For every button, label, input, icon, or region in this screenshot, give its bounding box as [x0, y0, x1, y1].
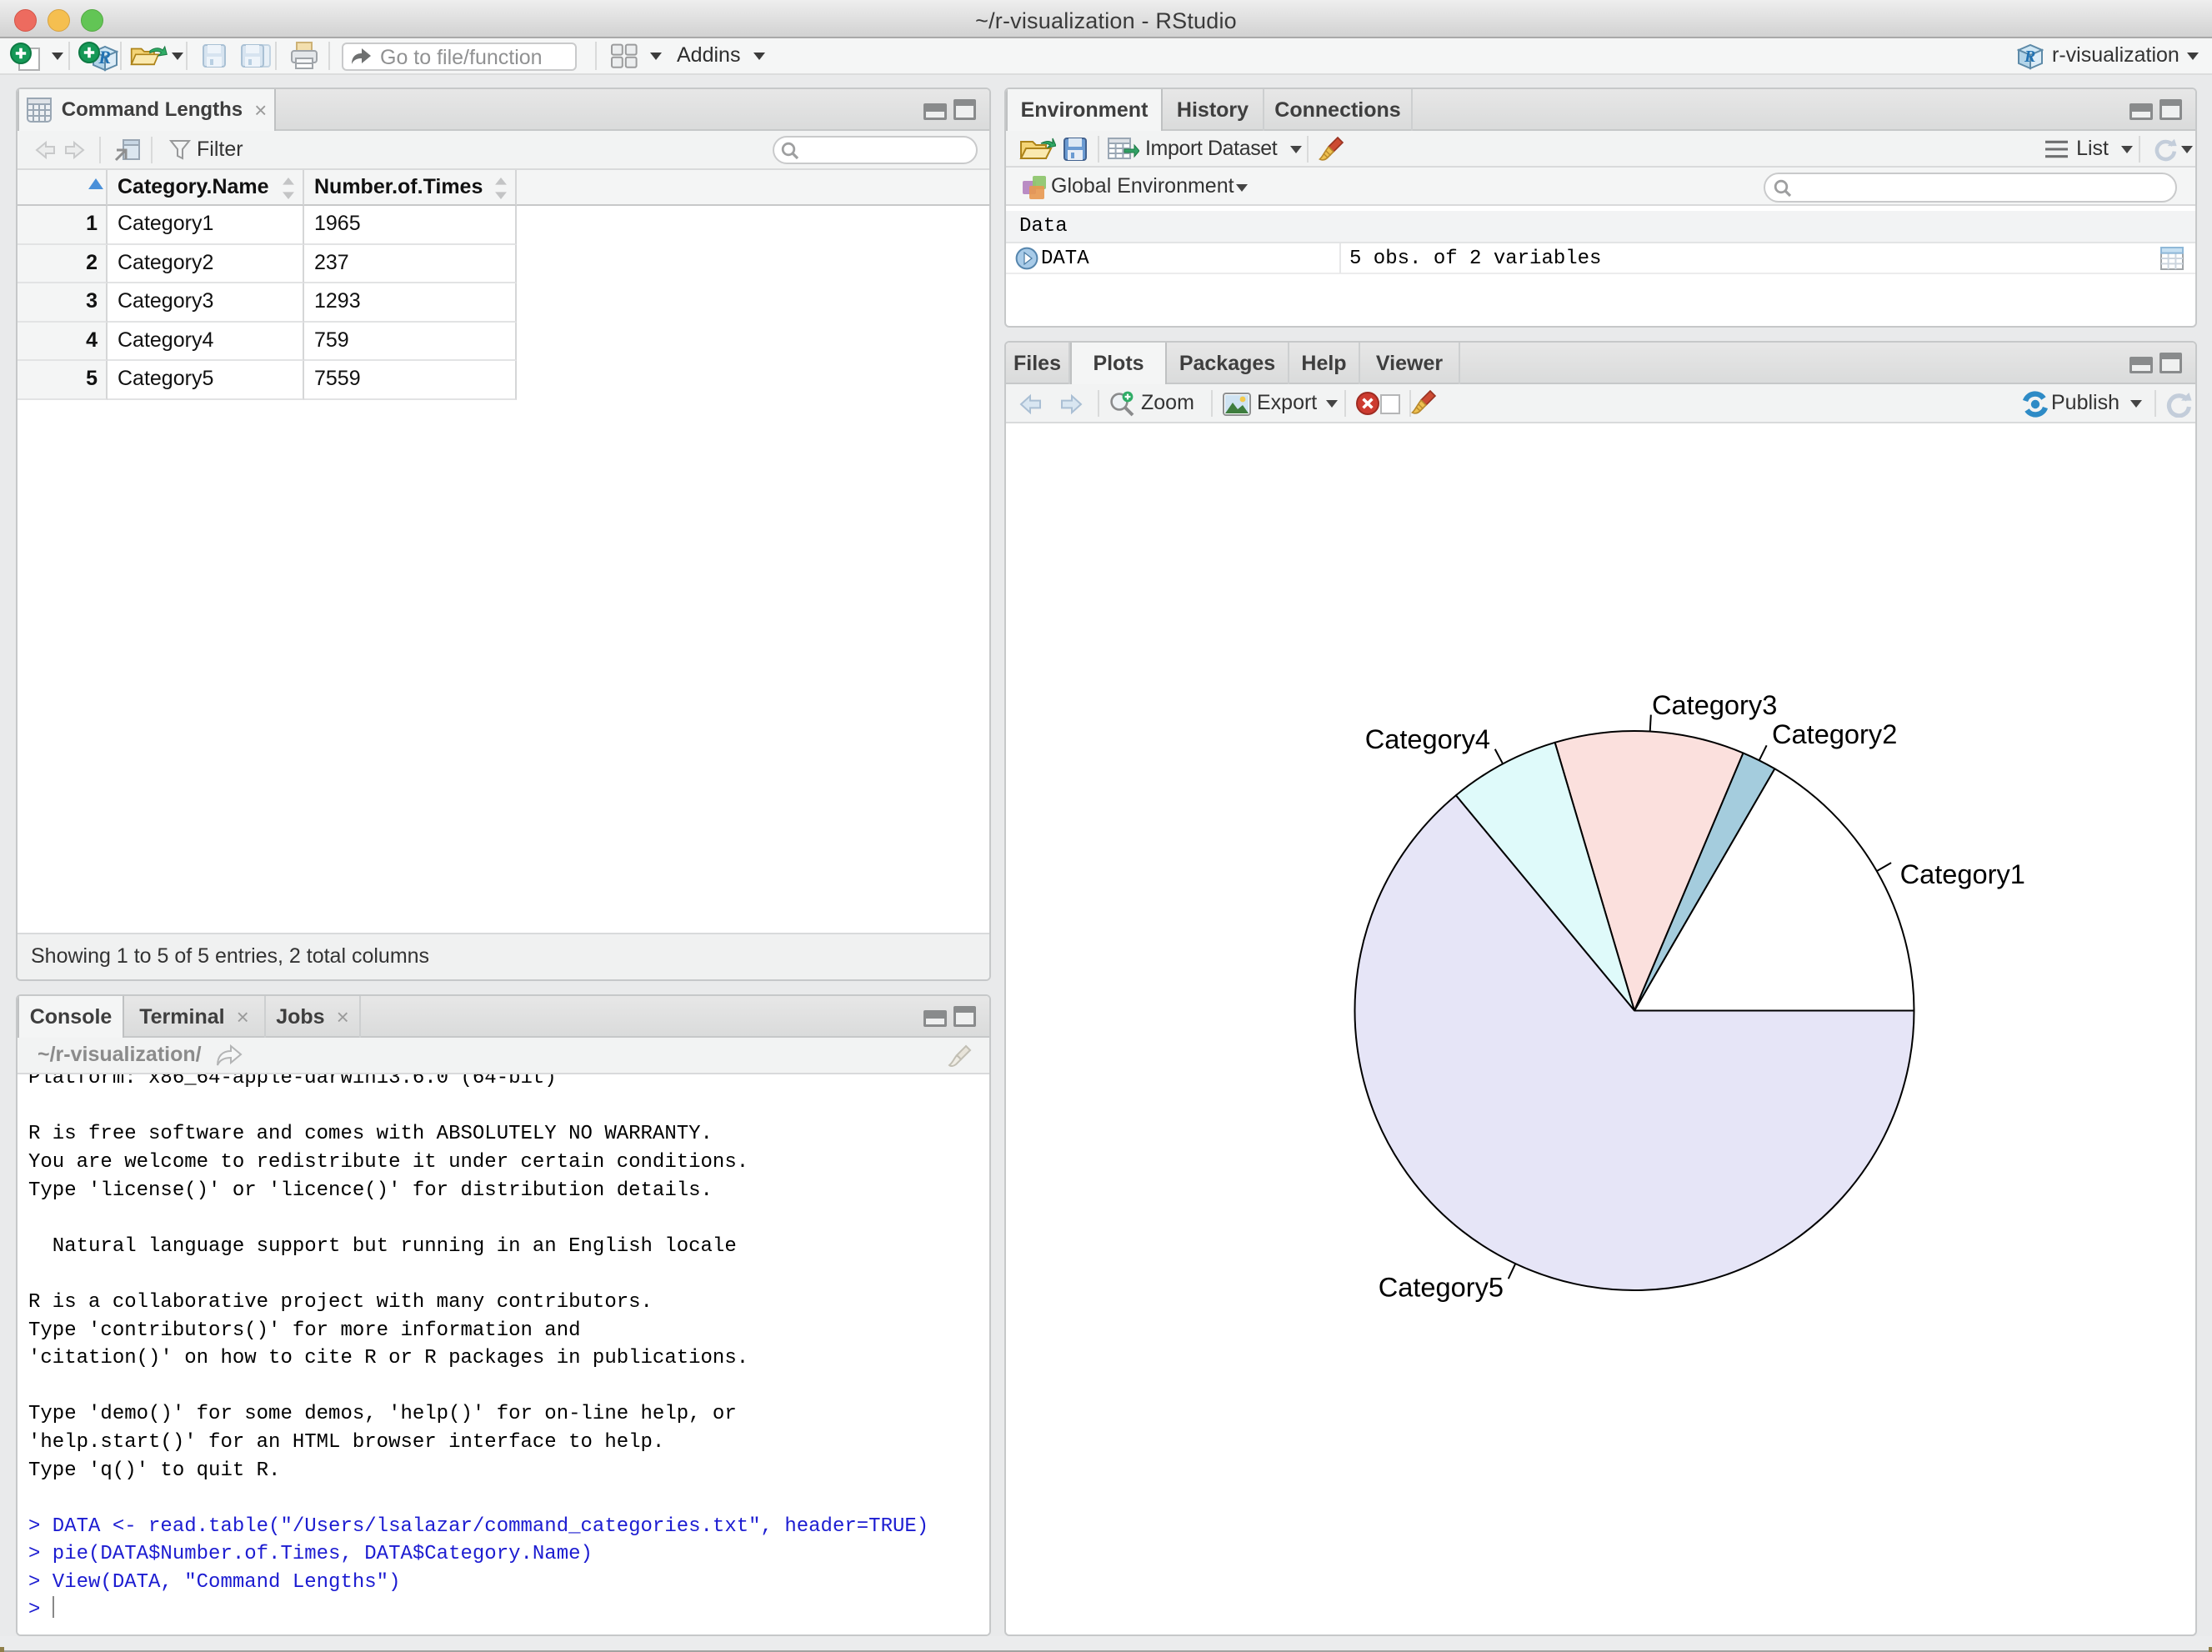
svg-text:Category5: Category5	[1379, 1272, 1504, 1303]
svg-text:Category4: Category4	[1365, 723, 1490, 754]
svg-text:Category3: Category3	[1652, 689, 1777, 720]
svg-text:Category1: Category1	[1900, 859, 2025, 889]
svg-text:Category2: Category2	[1772, 718, 1897, 749]
svg-text:R: R	[98, 47, 111, 68]
svg-text:R: R	[2024, 48, 2035, 66]
